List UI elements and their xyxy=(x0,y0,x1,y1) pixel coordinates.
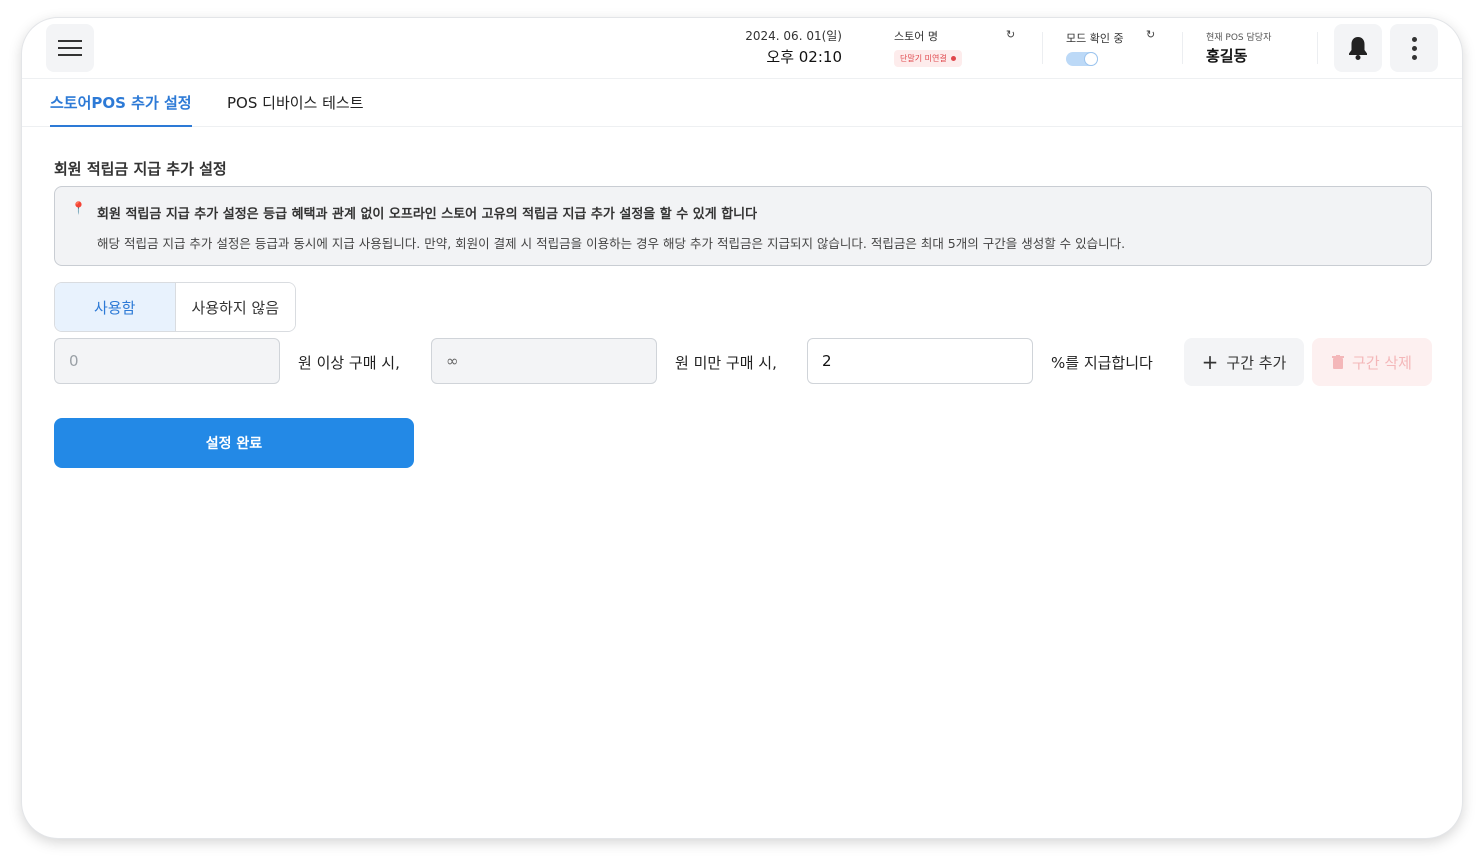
max-amount-label: 원 미만 구매 시, xyxy=(675,354,777,372)
min-amount-label: 원 이상 구매 시, xyxy=(298,354,400,372)
percent-input[interactable]: 2 xyxy=(807,338,1033,384)
mode-toggle[interactable] xyxy=(1066,52,1098,66)
submit-button[interactable]: 설정 완료 xyxy=(54,418,414,468)
percent-label: %를 지급합니다 xyxy=(1051,354,1153,372)
store-name-label: 스토어 명 xyxy=(894,30,938,43)
info-notice: 📍 회원 적립금 지급 추가 설정은 등급 혜택과 관계 없이 오프라인 스토어… xyxy=(54,186,1432,266)
plus-icon: + xyxy=(1201,350,1219,374)
more-button[interactable] xyxy=(1390,24,1438,72)
divider xyxy=(1317,32,1318,64)
tab-bar: 스토어POS 추가 설정 POS 디바이스 테스트 xyxy=(22,78,1462,127)
mode-label: 모드 확인 중 xyxy=(1066,32,1124,45)
notification-button[interactable] xyxy=(1334,24,1382,72)
store-refresh-icon[interactable]: ↻ xyxy=(1006,28,1015,41)
tab-pos-device-test[interactable]: POS 디바이스 테스트 xyxy=(227,92,364,125)
use-option[interactable]: 사용함 xyxy=(55,283,176,331)
menu-button[interactable] xyxy=(46,24,94,72)
more-vertical-icon xyxy=(1411,36,1417,60)
device-status-badge: 단말기 미연결 xyxy=(894,50,962,67)
tab-store-pos-settings[interactable]: 스토어POS 추가 설정 xyxy=(50,92,192,127)
mode-status: 모드 확인 중 xyxy=(1066,30,1176,66)
pos-manager: 현재 POS 담당자 홍길동 xyxy=(1206,30,1316,66)
not-use-option[interactable]: 사용하지 않음 xyxy=(175,283,295,331)
store-info: 스토어 명 단말기 미연결 xyxy=(894,28,1018,67)
manager-label: 현재 POS 담당자 xyxy=(1206,33,1272,43)
bell-icon xyxy=(1349,37,1367,60)
divider xyxy=(1182,32,1183,64)
min-amount-input[interactable]: 0 xyxy=(54,338,280,384)
status-dot-icon xyxy=(950,56,956,61)
mode-refresh-icon[interactable]: ↻ xyxy=(1146,28,1155,41)
device-status-text: 단말기 미연결 xyxy=(900,54,947,63)
manager-name: 홍길동 xyxy=(1206,47,1248,65)
current-date: 2024. 06. 01(일) xyxy=(745,29,842,43)
pin-icon: 📍 xyxy=(71,201,86,215)
divider xyxy=(1042,32,1043,64)
add-range-button[interactable]: + 구간 추가 xyxy=(1184,338,1304,386)
use-toggle-group: 사용함 사용하지 않음 xyxy=(54,282,296,332)
section-title: 회원 적립금 지급 추가 설정 xyxy=(54,160,227,178)
delete-range-button[interactable]: 구간 삭제 xyxy=(1312,338,1432,386)
top-bar: 2024. 06. 01(일) 오후 02:10 스토어 명 단말기 미연결 ↻… xyxy=(22,18,1462,79)
notice-body: 해당 적립금 지급 추가 설정은 등급과 동시에 지급 사용됩니다. 만약, 회… xyxy=(97,236,1126,251)
app-window: 2024. 06. 01(일) 오후 02:10 스토어 명 단말기 미연결 ↻… xyxy=(22,18,1462,838)
max-amount-input[interactable]: ∞ xyxy=(431,338,657,384)
trash-icon xyxy=(1332,355,1345,369)
datetime: 2024. 06. 01(일) 오후 02:10 xyxy=(722,28,842,68)
add-range-label: 구간 추가 xyxy=(1226,353,1287,372)
notice-title: 회원 적립금 지급 추가 설정은 등급 혜택과 관계 없이 오프라인 스토어 고… xyxy=(97,207,758,222)
current-time: 오후 02:10 xyxy=(766,48,842,66)
delete-range-label: 구간 삭제 xyxy=(1352,353,1412,372)
hamburger-icon xyxy=(58,47,82,49)
